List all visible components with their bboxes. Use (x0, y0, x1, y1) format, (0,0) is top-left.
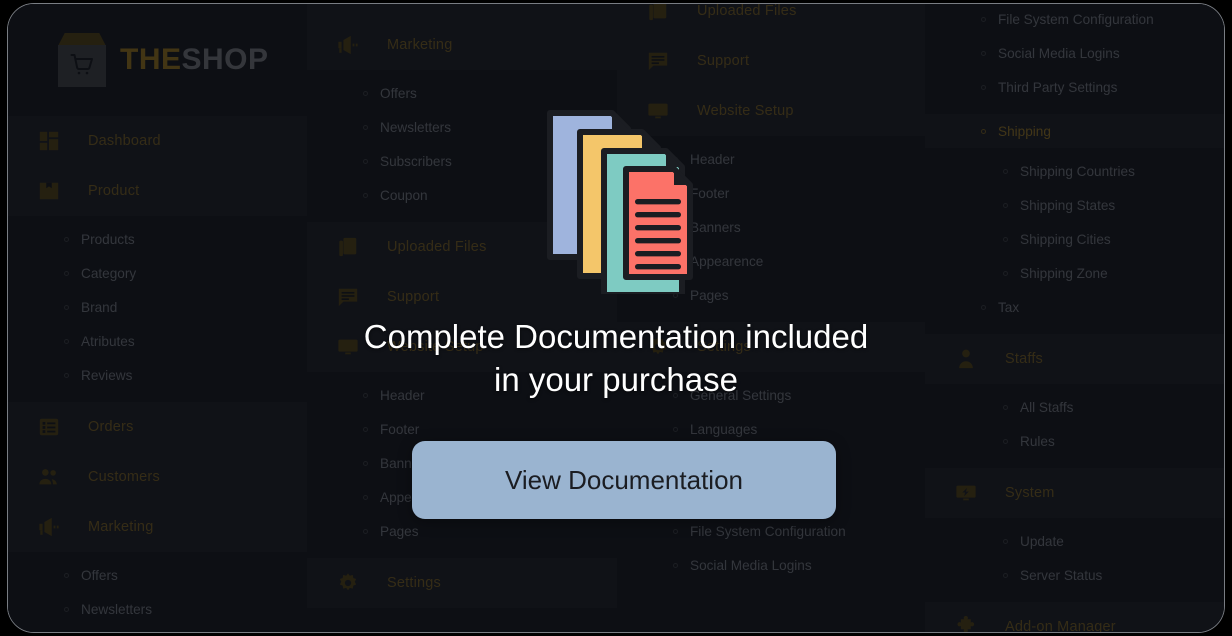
promo-overlay: Complete Documentation included in your … (8, 4, 1224, 632)
promo-headline-line2: in your purchase (494, 361, 738, 398)
screenshot-root: THESHOP Dashboard Product Produc (0, 0, 1232, 636)
admin-panel-window: THESHOP Dashboard Product Produc (8, 4, 1224, 632)
promo-headline-line1: Complete Documentation included (363, 318, 869, 355)
promo-headline: Complete Documentation included in your … (8, 315, 1224, 401)
stacked-documents-icon (534, 99, 706, 298)
view-documentation-button[interactable]: View Documentation (412, 441, 836, 519)
